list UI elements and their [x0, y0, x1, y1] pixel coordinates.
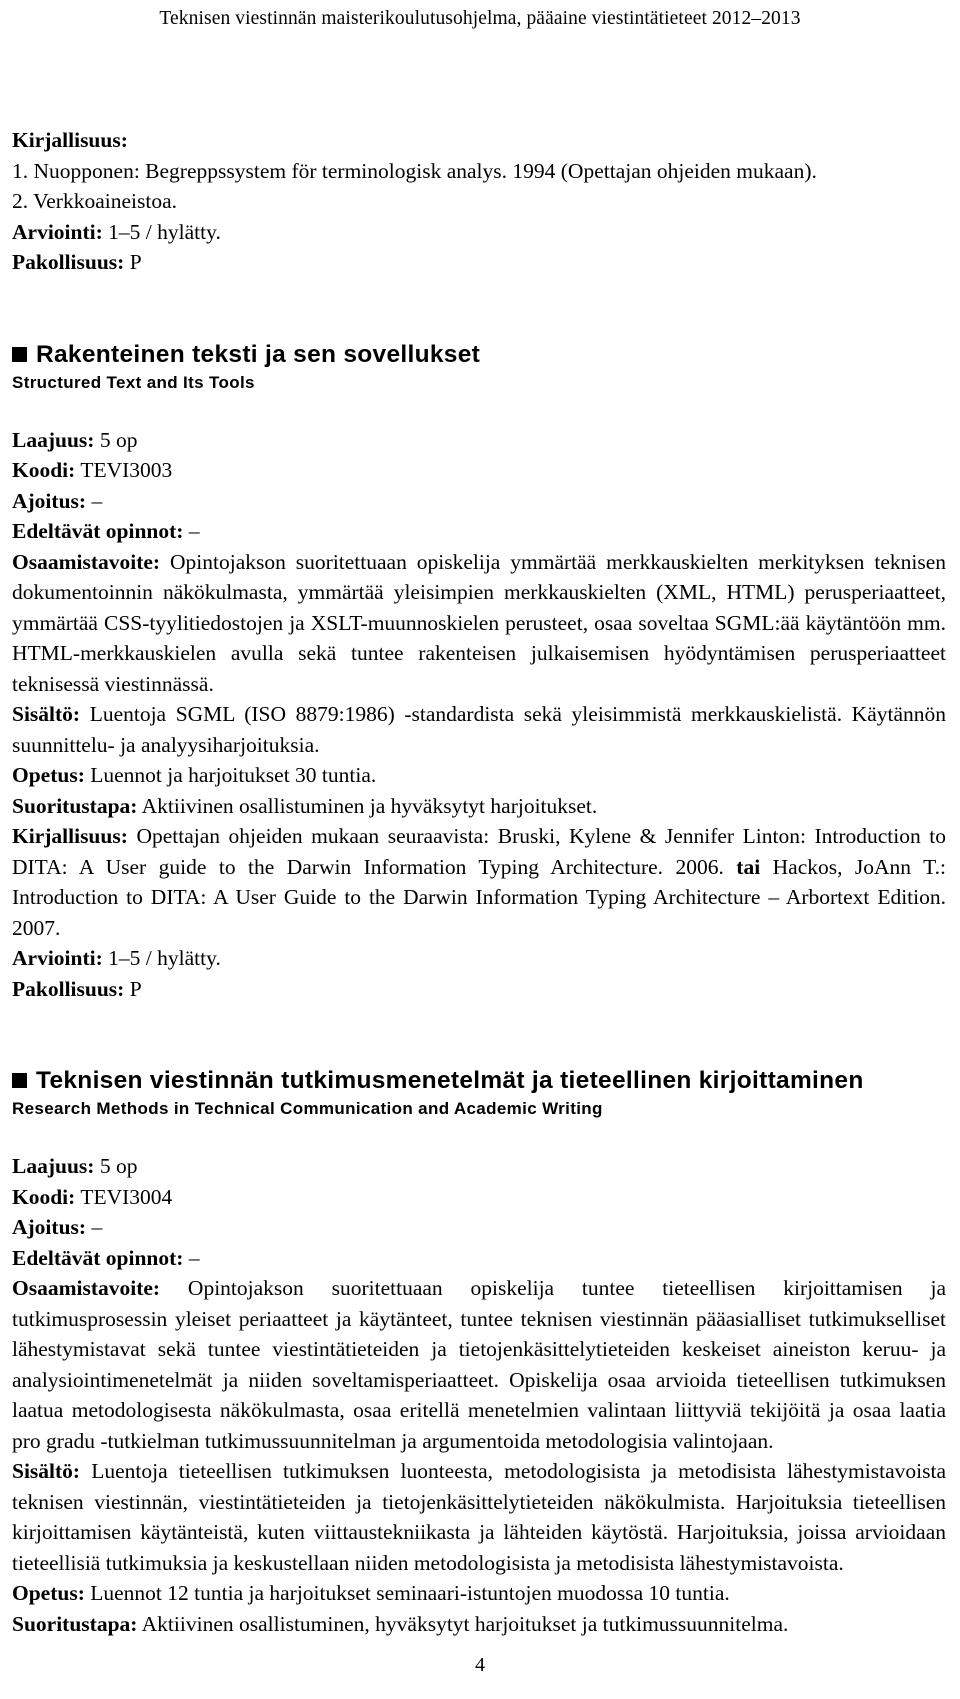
- scope-label: Laajuus:: [12, 1154, 95, 1178]
- scope-value: 5 op: [99, 1154, 138, 1178]
- compulsory-row: Pakollisuus: P: [12, 247, 946, 278]
- completion-text: Aktiivinen osallistuminen ja hyväksytyt …: [141, 793, 598, 818]
- objective-paragraph: Osaamistavoite: Opintojakson suoritettua…: [12, 1273, 946, 1456]
- compulsory-value: P: [129, 976, 142, 1001]
- literature-label: Kirjallisuus:: [12, 824, 128, 848]
- timing-value: –: [91, 488, 103, 513]
- heading-spacer: [12, 1121, 946, 1151]
- compulsory-value: P: [129, 250, 142, 274]
- scope-value: 5 op: [99, 427, 138, 452]
- prerequisites-row: Edeltävät opinnot: –: [12, 516, 946, 547]
- content-paragraph: Sisältö: Luentoja SGML (ISO 8879:1986) -…: [12, 699, 946, 760]
- literature-label: Kirjallisuus:: [12, 128, 128, 152]
- objective-label: Osaamistavoite:: [12, 549, 161, 574]
- completion-label: Suoritustapa:: [12, 1611, 138, 1636]
- compulsory-label: Pakollisuus:: [12, 976, 125, 1001]
- code-value: TEVI3004: [80, 1184, 173, 1209]
- scope-row: Laajuus: 5 op: [12, 1151, 946, 1182]
- course-title-fi: Rakenteinen teksti ja sen sovellukset: [36, 340, 481, 368]
- compulsory-label: Pakollisuus:: [12, 250, 125, 274]
- objective-label: Osaamistavoite:: [12, 1276, 161, 1300]
- code-label: Koodi:: [12, 458, 76, 482]
- teaching-row: Opetus: Luennot ja harjoitukset 30 tunti…: [12, 760, 946, 791]
- code-row: Koodi: TEVI3004: [12, 1182, 946, 1213]
- completion-row: Suoritustapa: Aktiivinen osallistuminen,…: [12, 1609, 946, 1640]
- page-content: Kirjallisuus: 1. Nuopponen: Begreppssyst…: [12, 125, 946, 1639]
- grading-label: Arviointi:: [12, 946, 103, 970]
- scope-label: Laajuus:: [12, 427, 95, 452]
- running-header: Teknisen viestinnän maisterikoulutusohje…: [159, 8, 801, 29]
- scope-row: Laajuus: 5 op: [12, 425, 946, 456]
- heading-spacer: [12, 395, 946, 425]
- content-text: Luentoja tieteellisen tutkimuksen luonte…: [12, 1459, 946, 1575]
- teaching-row: Opetus: Luennot 12 tuntia ja harjoitukse…: [12, 1578, 946, 1609]
- objective-paragraph: Osaamistavoite: Opintojakson suoritettua…: [12, 547, 946, 700]
- literature-paragraph: Kirjallisuus: Opettajan ohjeiden mukaan …: [12, 821, 946, 943]
- content-text: Luentoja SGML (ISO 8879:1986) -standardi…: [12, 702, 946, 757]
- prerequisites-value: –: [188, 1245, 200, 1270]
- code-value: TEVI3003: [80, 458, 173, 482]
- square-bullet-icon: [12, 346, 27, 362]
- prerequisites-label: Edeltävät opinnot:: [12, 1245, 184, 1270]
- course-title-heading: Teknisen viestinnän tutkimusmenetelmät j…: [12, 1066, 946, 1095]
- teaching-text: Luennot 12 tuntia ja harjoitukset semina…: [90, 1581, 730, 1605]
- teaching-label: Opetus:: [12, 763, 85, 787]
- course-title-en: Research Methods in Technical Communicat…: [12, 1099, 603, 1118]
- grading-value: 1–5 / hylätty.: [108, 219, 221, 244]
- grading-label: Arviointi:: [12, 219, 103, 244]
- prerequisites-row: Edeltävät opinnot: –: [12, 1243, 946, 1274]
- literature-item: 2. Verkkoaineistoa.: [12, 189, 177, 213]
- timing-row: Ajoitus: –: [12, 1212, 946, 1243]
- objective-text: Opintojakson suoritettuaan opiskelija tu…: [12, 1276, 946, 1453]
- code-label: Koodi:: [12, 1184, 76, 1209]
- literature-item: 1. Nuopponen: Begreppssystem för termino…: [12, 158, 817, 183]
- content-label: Sisältö:: [12, 1459, 81, 1483]
- prerequisites-value: –: [188, 519, 200, 543]
- timing-label: Ajoitus:: [12, 488, 87, 513]
- prerequisites-label: Edeltävät opinnot:: [12, 519, 184, 543]
- content-label: Sisältö:: [12, 702, 81, 726]
- course-title-en: Structured Text and Its Tools: [12, 372, 255, 392]
- teaching-label: Opetus:: [12, 1581, 85, 1605]
- document-page: Teknisen viestinnän maisterikoulutusohje…: [0, 0, 960, 1699]
- page-number: 4: [475, 1654, 485, 1676]
- timing-value: –: [91, 1215, 103, 1239]
- grading-row: Arviointi: 1–5 / hylätty.: [12, 943, 946, 974]
- content-paragraph: Sisältö: Luentoja tieteellisen tutkimuks…: [12, 1456, 946, 1578]
- teaching-text: Luennot ja harjoitukset 30 tuntia.: [90, 763, 377, 787]
- course-title-fi: Teknisen viestinnän tutkimusmenetelmät j…: [36, 1067, 864, 1094]
- previous-course-tail-block: Kirjallisuus: 1. Nuopponen: Begreppssyst…: [12, 125, 946, 278]
- completion-row: Suoritustapa: Aktiivinen osallistuminen …: [12, 791, 946, 822]
- square-bullet-icon: [12, 1073, 27, 1088]
- compulsory-row: Pakollisuus: P: [12, 974, 946, 1005]
- code-row: Koodi: TEVI3003: [12, 455, 946, 486]
- timing-row: Ajoitus: –: [12, 486, 946, 517]
- course-title-heading: Rakenteinen teksti ja sen sovellukset: [12, 340, 946, 369]
- grading-value: 1–5 / hylätty.: [108, 946, 221, 970]
- completion-text: Aktiivinen osallistuminen, hyväksytyt ha…: [141, 1611, 789, 1636]
- course-section-tevi3003: Rakenteinen teksti ja sen sovellukset St…: [12, 340, 946, 1005]
- course-section-tevi3004: Teknisen viestinnän tutkimusmenetelmät j…: [12, 1066, 946, 1639]
- timing-label: Ajoitus:: [12, 1215, 87, 1239]
- literature-alternative-word: tai: [736, 854, 761, 879]
- completion-label: Suoritustapa:: [12, 793, 138, 818]
- grading-row: Arviointi: 1–5 / hylätty.: [12, 217, 946, 248]
